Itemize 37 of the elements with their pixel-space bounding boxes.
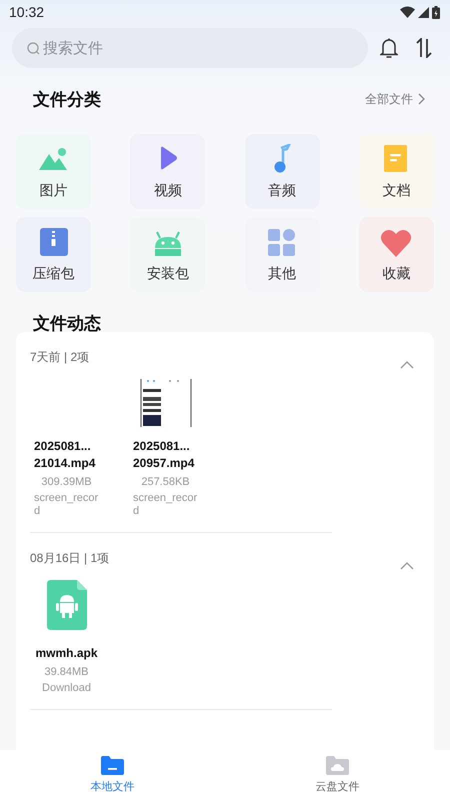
file-name: mwmh.apk (35, 645, 98, 662)
signal-icon (418, 6, 429, 18)
category-tile[interactable]: 音频 (244, 134, 320, 209)
group-header: 08月16日 | 1项 (30, 550, 110, 567)
category-tile[interactable]: 视频 (130, 134, 206, 209)
category-tile[interactable]: 图片 (16, 134, 91, 209)
section-title: 文件动态 (32, 313, 102, 332)
wifi-icon (400, 6, 415, 18)
search-field[interactable]: 搜索文件 (12, 28, 368, 68)
status-time: 10:32 (9, 4, 44, 20)
nav-tab[interactable]: 本地文件 (0, 750, 225, 800)
apk-file-icon (46, 580, 86, 630)
search-icon (27, 42, 40, 55)
file-folder: screen_record (34, 492, 99, 518)
sort-icon[interactable] (416, 38, 432, 58)
file-name: 2025081... 20957.mp4 (133, 438, 194, 472)
file-name: 2025081... 21014.mp4 (34, 438, 96, 472)
video-thumbnail (140, 379, 192, 427)
category-tile[interactable]: 文档 (358, 134, 434, 209)
file-size: 309.39MB (41, 475, 92, 490)
group-header: 7天前 | 2项 (30, 349, 90, 366)
file-folder: Download (42, 682, 91, 695)
category-tile[interactable]: 收藏 (358, 217, 434, 292)
file-folder: screen_record (133, 492, 198, 518)
category-tile[interactable]: 其他 (244, 217, 320, 292)
notification-bell-icon[interactable] (380, 38, 398, 58)
all-files-link[interactable]: 全部文件 (365, 90, 425, 108)
battery-icon (432, 6, 440, 18)
category-tile[interactable]: 压缩包 (16, 217, 91, 292)
file-size: 39.84MB (44, 665, 89, 680)
category-tile[interactable]: 安装包 (130, 217, 206, 292)
cloud-folder-icon (326, 756, 349, 775)
folder-icon (101, 756, 124, 775)
section-title: 文件分类 (33, 88, 101, 110)
file-size: 257.58KB (141, 475, 190, 490)
chevron-right-icon (418, 93, 425, 105)
nav-tab[interactable]: 云盘文件 (225, 750, 450, 800)
